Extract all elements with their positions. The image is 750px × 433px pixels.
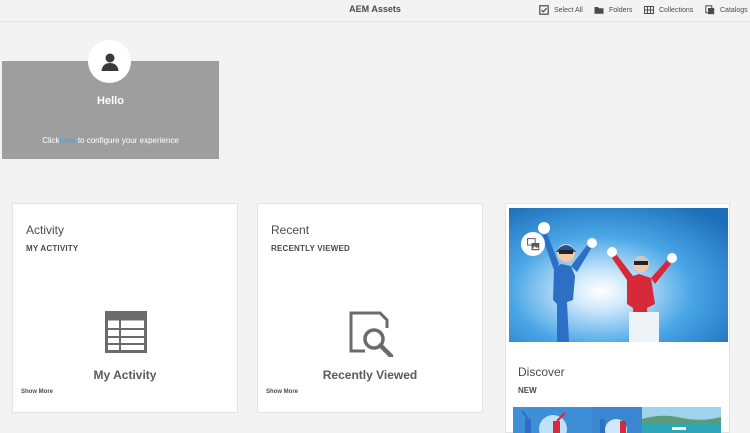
table-icon [105,311,147,353]
activity-card[interactable]: Activity MY ACTIVITY My Activity Show Mo… [12,203,238,413]
hello-title: Hello [97,95,124,107]
search-document-icon [349,311,394,357]
user-icon [101,53,118,71]
select-all-label: Select All [554,6,583,14]
catalogs-label: Catalogs [720,6,748,14]
activity-card-subtitle: MY ACTIVITY [26,244,79,253]
image-collection-icon [526,237,539,250]
top-bar: AEM Assets Select All Folders Collection… [0,0,750,22]
beach-thumbnail[interactable] [642,407,721,433]
activity-card-label: My Activity [93,368,157,382]
skiers-jumping-photo[interactable] [509,208,728,342]
recent-card-title: Recent [271,223,310,237]
app-title: AEM Assets [349,4,401,14]
folder-icon [594,7,604,14]
image-collection-badge[interactable] [521,232,545,256]
hello-message-end: to configure your experience [77,136,179,145]
activity-show-more[interactable]: Show More [21,389,53,395]
discover-card-title: Discover [518,365,565,379]
collections-icon [644,6,654,14]
hello-message: Clickhere to configure your experience [2,136,219,145]
configure-link[interactable]: here [60,136,76,145]
avatar[interactable] [88,40,131,83]
catalogs-button[interactable]: Catalogs [705,5,748,15]
recent-show-more[interactable]: Show More [266,389,298,395]
folders-label: Folders [609,6,633,14]
recent-card-label: Recently Viewed [322,368,418,382]
discover-card-subtitle: NEW [518,386,537,395]
folders-button[interactable]: Folders [594,5,632,15]
discover-thumbnails [513,407,721,433]
recent-card-subtitle: RECENTLY VIEWED [271,244,351,253]
activity-card-title: Activity [26,223,65,237]
select-all-button[interactable]: Select All [539,5,583,15]
select-all-icon [539,5,549,15]
hello-message-start: Click [42,136,60,145]
collections-button[interactable]: Collections [644,5,693,15]
skiers-thumbnail[interactable] [592,407,642,433]
discover-card[interactable]: Discover NEW [505,203,730,433]
collections-label: Collections [659,6,694,14]
catalogs-icon [705,5,715,15]
recent-card[interactable]: Recent RECENTLY VIEWED Recently Viewed S… [257,203,483,413]
skiers-thumbnail[interactable] [513,407,592,433]
